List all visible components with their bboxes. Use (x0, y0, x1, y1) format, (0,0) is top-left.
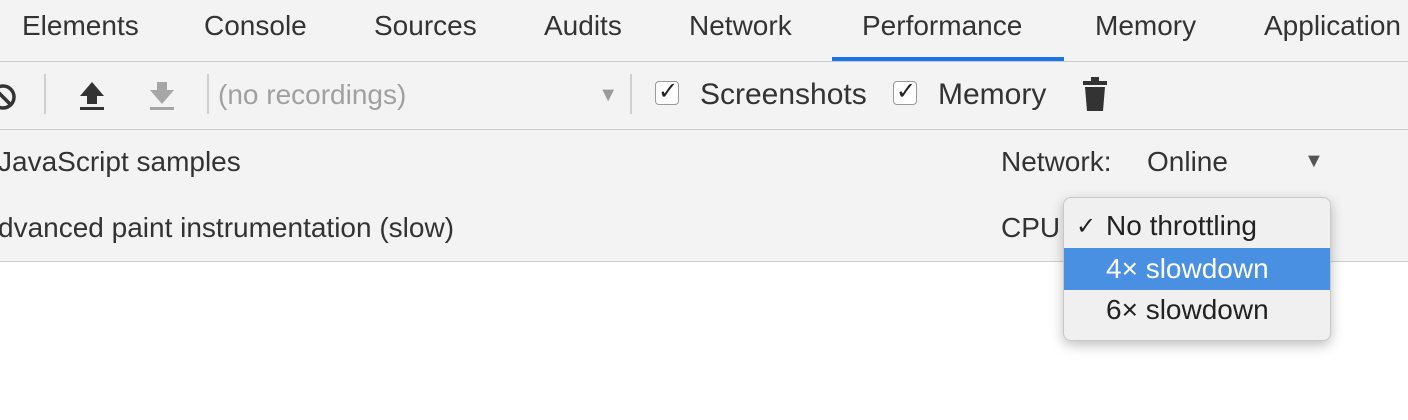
upload-icon[interactable] (78, 80, 106, 117)
toolbar-separator (44, 74, 46, 114)
clear-icon[interactable] (0, 82, 18, 117)
performance-toolbar: (no recordings) ▼ ✓ Screenshots ✓ Memory (0, 62, 1408, 130)
menu-item-4x-slowdown[interactable]: 4× slowdown (1064, 248, 1330, 290)
menu-item-6x-slowdown[interactable]: 6× slowdown (1064, 289, 1330, 331)
active-tab-indicator (832, 57, 1064, 61)
tab-application[interactable]: Application (1264, 0, 1401, 61)
screenshots-label: Screenshots (700, 78, 867, 111)
recordings-select[interactable]: (no recordings) ▼ (218, 72, 618, 118)
tab-network[interactable]: Network (689, 0, 792, 61)
download-icon[interactable] (148, 80, 176, 117)
network-throttle-label: Network: (1001, 146, 1112, 177)
chevron-down-icon: ▼ (1304, 150, 1324, 172)
tab-sources[interactable]: Sources (374, 0, 477, 61)
checkmark-icon: ✓ (658, 77, 679, 105)
checkmark-icon: ✓ (896, 77, 917, 105)
tab-audits[interactable]: Audits (544, 0, 622, 61)
screenshots-checkbox[interactable]: ✓ (655, 77, 679, 105)
memory-label: Memory (938, 78, 1047, 111)
toolbar-separator (207, 74, 209, 114)
toolbar-separator (630, 74, 632, 114)
checkmark-icon: ✓ (1076, 212, 1097, 240)
cpu-throttle-label: CPU (1001, 212, 1061, 243)
tab-console[interactable]: Console (204, 0, 307, 61)
tab-memory[interactable]: Memory (1095, 0, 1196, 61)
tab-elements[interactable]: Elements (22, 0, 139, 61)
js-samples-option[interactable]: JavaScript samples (0, 142, 241, 182)
chevron-down-icon: ▼ (598, 84, 618, 106)
recordings-select-value: (no recordings) (218, 79, 407, 110)
trash-icon[interactable] (1082, 76, 1108, 117)
paint-instrumentation-option[interactable]: dvanced paint instrumentation (slow) (0, 208, 454, 248)
tab-performance[interactable]: Performance (862, 0, 1022, 61)
devtools-tab-bar: Elements Console Sources Audits Network … (0, 0, 1408, 62)
memory-checkbox[interactable]: ✓ (893, 77, 917, 105)
cpu-throttle-menu: ✓ No throttling 4× slowdown 6× slowdown (1063, 197, 1331, 341)
menu-item-no-throttling[interactable]: ✓ No throttling (1064, 205, 1330, 247)
network-throttle-select[interactable]: Online (1147, 142, 1228, 182)
